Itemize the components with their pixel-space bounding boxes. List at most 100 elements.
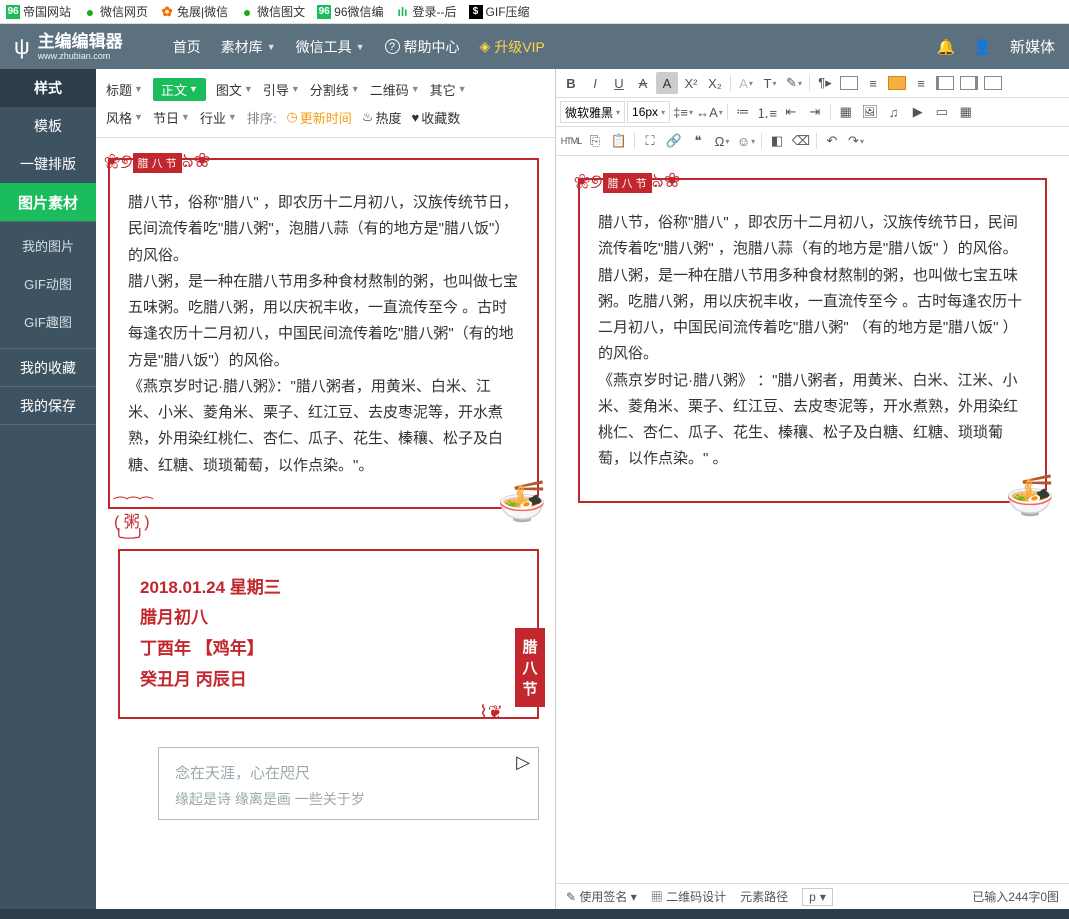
editor-content-laba[interactable]: ❀୭腊 八 节ঌ❀ 腊八节，俗称"腊八" ，即农历十二月初八，汉族传统节日，民间… <box>578 178 1047 503</box>
align-left[interactable]: ≡ <box>862 72 884 94</box>
sidebar-template[interactable]: 模板 <box>0 107 96 145</box>
ol-button[interactable]: ⒈≡ <box>756 101 778 123</box>
indent-button[interactable]: ⇥ <box>804 101 826 123</box>
font-select[interactable]: 微软雅黑 <box>560 101 625 123</box>
more-button[interactable]: ▦ <box>955 101 977 123</box>
material-card-date[interactable]: ⁀⁀⁀( 粥 )╰─╯ 2018.01.24 星期三 腊月初八 丁酉年 【鸡年】… <box>118 549 539 719</box>
bgcolor-button[interactable]: ✎ <box>783 72 805 94</box>
material-card-laba[interactable]: ❀୭腊 八 节ঌ❀ 腊八节，俗称"腊八" ，即农历十二月初八，汉族传统节日，民间… <box>108 158 539 509</box>
signature-toggle[interactable]: ✎ 使用签名 ▾ <box>566 888 637 905</box>
video-button[interactable]: ▶ <box>907 101 929 123</box>
logo-icon: ψ <box>14 34 30 60</box>
italic-button[interactable]: I <box>584 72 606 94</box>
lineheight-button[interactable]: ‡≡ <box>672 101 694 123</box>
sidebar-gifanim[interactable]: GIF动图 <box>0 264 96 302</box>
underline-button[interactable]: U <box>608 72 630 94</box>
sub-button[interactable]: X₂ <box>704 72 726 94</box>
editor-body[interactable]: ❀୭腊 八 节ঌ❀ 腊八节，俗称"腊八" ，即农历十二月初八，汉族传统节日，民间… <box>556 156 1069 883</box>
fontcolor-button[interactable]: A <box>735 72 757 94</box>
eraser-button[interactable]: ⌫ <box>790 130 812 152</box>
align-just2[interactable] <box>958 72 980 94</box>
card-button[interactable]: ▭ <box>931 101 953 123</box>
sort-hot[interactable]: ♨热度 <box>362 108 402 127</box>
sidebar-myimg[interactable]: 我的图片 <box>0 226 96 264</box>
sidebar-style[interactable]: 样式 <box>0 69 96 107</box>
clear-button[interactable]: ◧ <box>766 130 788 152</box>
material-scroll[interactable]: ❀୭腊 八 节ঌ❀ 腊八节，俗称"腊八" ，即农历十二月初八，汉族传统节日，民间… <box>96 138 555 909</box>
filter-industry[interactable]: 行业▼ <box>200 108 237 127</box>
align-center[interactable] <box>886 72 908 94</box>
filter-body[interactable]: 正文▼ <box>153 78 206 101</box>
sidebar-fav[interactable]: 我的收藏 <box>0 349 96 387</box>
nav-newmedia[interactable]: 新媒体 <box>1010 36 1055 57</box>
sup-button[interactable]: X² <box>680 72 702 94</box>
user-icon[interactable]: 👤 <box>973 38 992 56</box>
sort-time[interactable]: ◷更新时间 <box>286 108 351 127</box>
path-select[interactable]: p▾ <box>802 888 833 906</box>
para-button[interactable]: ¶▸ <box>814 72 836 94</box>
fullscreen-button[interactable]: ⛶ <box>639 130 661 152</box>
path-label: 元素路径 <box>740 888 788 905</box>
image-button[interactable]: 🖼 <box>859 101 881 123</box>
nav-materials[interactable]: 素材库▼ <box>221 37 276 57</box>
sort-fav[interactable]: ♥收藏数 <box>411 108 460 127</box>
link-button[interactable]: 🔗 <box>663 130 685 152</box>
quote-button[interactable]: ❝ <box>687 130 709 152</box>
filter-guide[interactable]: 引导▼ <box>263 80 300 99</box>
sidebar-giffun[interactable]: GIF趣图 <box>0 302 96 340</box>
align-group[interactable] <box>838 72 860 94</box>
sidebar-save[interactable]: 我的保存 <box>0 387 96 425</box>
site-icon: ● <box>83 5 97 19</box>
align-just1[interactable] <box>934 72 956 94</box>
filter-holiday[interactable]: 节日▼ <box>153 108 190 127</box>
qr-design[interactable]: ▦ 二维码设计 <box>651 888 726 905</box>
filter-divider[interactable]: 分割线▼ <box>310 80 360 99</box>
bookmark-item[interactable]: 9696微信编 <box>317 3 383 20</box>
bookmark-item[interactable]: 96帝国网站 <box>6 3 71 20</box>
bookmark-item[interactable]: ●微信网页 <box>83 3 148 20</box>
nav-help[interactable]: ?帮助中心 <box>385 37 460 57</box>
bold-button[interactable]: B <box>560 72 582 94</box>
bookmark-item[interactable]: ●微信图文 <box>240 3 305 20</box>
filter-style[interactable]: 风格▼ <box>106 108 143 127</box>
sidebar-imgmat[interactable]: 图片素材 <box>0 183 96 221</box>
outdent-button[interactable]: ⇤ <box>780 101 802 123</box>
editor-panel: B I U A A X² X₂ A T ✎ ¶▸ ≡ ≡ <box>556 69 1069 909</box>
size-select[interactable]: 16px <box>627 101 670 123</box>
help-icon: ? <box>385 39 400 54</box>
bookmark-item[interactable]: ılı登录--后 <box>396 3 457 20</box>
filter-imgtxt[interactable]: 图文▼ <box>216 80 253 99</box>
filter-qr[interactable]: 二维码▼ <box>370 80 420 99</box>
editor-text[interactable]: 腊八粥，是一种在腊八节用多种食材熬制的粥，也叫做七宝五味粥。吃腊八粥，用以庆祝丰… <box>598 263 1027 368</box>
sidebar-layout[interactable]: 一键排版 <box>0 145 96 183</box>
bookmark-item[interactable]: ✿兔展|微信 <box>160 3 228 20</box>
textformat-button[interactable]: T <box>759 72 781 94</box>
html-button[interactable]: HTML <box>560 130 582 152</box>
music-button[interactable]: ♫ <box>883 101 905 123</box>
undo-button[interactable]: ↶ <box>821 130 843 152</box>
align-just3[interactable] <box>982 72 1004 94</box>
table-button[interactable]: ▦ <box>835 101 857 123</box>
redo-button[interactable]: ↷ <box>845 130 867 152</box>
filter-other[interactable]: 其它▼ <box>430 80 467 99</box>
editor-text[interactable]: 《燕京岁时记·腊八粥》 ："腊八粥者，用黄米、白米、江米、小米、菱角米、栗子、红… <box>598 368 1027 473</box>
bookmark-item[interactable]: $GIF压缩 <box>469 3 530 20</box>
emoji-button[interactable]: ☺ <box>735 130 757 152</box>
nav-vip[interactable]: ◈升级VIP <box>480 37 545 57</box>
copy-button[interactable]: ⎘ <box>584 130 606 152</box>
nav-wxtools[interactable]: 微信工具▼ <box>296 37 365 57</box>
nav-home[interactable]: 首页 <box>173 37 201 57</box>
spacing-button[interactable]: ↔A <box>696 101 723 123</box>
material-card-poem[interactable]: ▷ 念在天涯，心在咫尺 缘起是诗 缘离是画 一些关于岁 <box>158 747 539 820</box>
logo[interactable]: ψ 主编编辑器 www.zhubian.com <box>14 33 123 61</box>
strike-button[interactable]: A <box>632 72 654 94</box>
align-right[interactable]: ≡ <box>910 72 932 94</box>
bell-icon[interactable]: 🔔 <box>937 38 956 56</box>
ul-button[interactable]: ≔ <box>732 101 754 123</box>
filter-title[interactable]: 标题▼ <box>106 80 143 99</box>
paste-button[interactable]: 📋 <box>608 130 630 152</box>
editor-text[interactable]: 腊八节，俗称"腊八" ，即农历十二月初八，汉族传统节日，民间流传着吃"腊八粥" … <box>598 210 1027 263</box>
symbol-button[interactable]: Ω <box>711 130 733 152</box>
highlight-button[interactable]: A <box>656 72 678 94</box>
sidebar: 样式 模板 一键排版 图片素材 我的图片 GIF动图 GIF趣图 我的收藏 我的… <box>0 69 96 909</box>
